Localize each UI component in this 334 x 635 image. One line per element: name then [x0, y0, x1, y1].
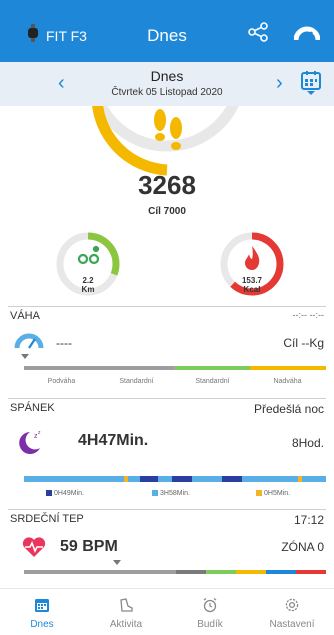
calendar-icon: [35, 599, 49, 612]
calendar-icon[interactable]: [300, 70, 322, 96]
share-icon[interactable]: [248, 22, 268, 42]
tab-label: Nastavení: [269, 619, 315, 630]
heart-time: 17:12: [293, 513, 324, 527]
scale-label-standard: Standardní: [119, 378, 154, 385]
divider: [8, 306, 326, 307]
steps-goal: Cíl 7000: [148, 206, 186, 217]
calories-unit: Kcal: [243, 285, 261, 294]
heart-rate-value: 59 BPM: [60, 538, 118, 555]
bottom-tab-bar: Dnes Aktivita Budík Nastavení: [0, 588, 334, 634]
heart-marker-icon: [113, 560, 121, 565]
heart-icon: [22, 537, 46, 557]
cycling-icon: [77, 245, 100, 265]
scale-label-standard: Standardní: [195, 378, 230, 385]
alarm-clock-icon: [203, 597, 217, 613]
date-navigator: ‹ Dnes Čtvrtek 05 Listopad 2020 ›: [0, 62, 334, 106]
page-title: Dnes: [147, 26, 187, 45]
divider: [8, 398, 326, 399]
date-subtitle: Čtvrtek 05 Listopad 2020: [111, 87, 223, 98]
distance-value: 2.2: [82, 276, 94, 285]
divider: [8, 509, 326, 510]
legend-light-sleep: 3H58Min.: [152, 490, 190, 497]
heart-zone: ZÓNA 0: [281, 540, 324, 554]
next-day-button[interactable]: ›: [276, 72, 283, 95]
tab-label: Aktivita: [109, 619, 143, 630]
sleep-total: 4H47Min.: [78, 432, 149, 449]
scale-label-underweight: Podváha: [47, 378, 76, 385]
weight-title: VÁHA: [10, 310, 40, 322]
shoe-icon: [120, 598, 133, 612]
date-title: Dnes: [150, 68, 184, 84]
legend-deep-sleep: 0H49Min.: [46, 490, 84, 497]
tab-settings[interactable]: Nastavení: [250, 589, 334, 635]
app-header: FIT F3 Dnes: [0, 0, 334, 62]
steps-panel[interactable]: 3268 Cíl 7000: [0, 106, 334, 230]
weight-scale-bar: [24, 366, 326, 370]
tab-alarm[interactable]: Budík: [168, 589, 252, 635]
gear-icon: [285, 598, 299, 612]
weight-goal: Cíl --Kg: [283, 336, 324, 350]
sleep-goal: 8Hod.: [291, 436, 324, 450]
tab-activity[interactable]: Aktivita: [84, 589, 168, 635]
weight-value: ----: [56, 336, 72, 350]
heart-title: SRDEČNÍ TEP: [10, 513, 84, 525]
sleep-title: SPÁNEK: [10, 402, 55, 414]
weight-time: --:-- --:--: [292, 310, 324, 320]
steps-count: 3268: [138, 170, 196, 200]
sleep-range: Předešlá noc: [253, 402, 324, 416]
svg-text:z: z: [38, 430, 41, 436]
weight-marker-icon: [21, 354, 29, 359]
moon-icon: z z: [19, 430, 41, 454]
speedometer-icon[interactable]: [294, 24, 320, 42]
distance-label: 2.2 Km: [56, 276, 120, 294]
tab-today[interactable]: Dnes: [0, 589, 84, 635]
calories-label: 153.7 Kcal: [220, 276, 284, 294]
scale-gauge-icon: [14, 333, 44, 349]
scale-label-overweight: Nadváha: [273, 378, 302, 385]
heart-zone-bar: [24, 570, 326, 574]
sleep-timeline-bar: [24, 476, 326, 482]
tab-label: Budík: [197, 619, 223, 630]
legend-awake: 0H5Min.: [256, 490, 290, 497]
flame-icon: [245, 246, 260, 270]
distance-unit: Km: [81, 285, 95, 294]
calories-value: 153.7: [241, 276, 263, 285]
tab-label: Dnes: [30, 619, 54, 630]
